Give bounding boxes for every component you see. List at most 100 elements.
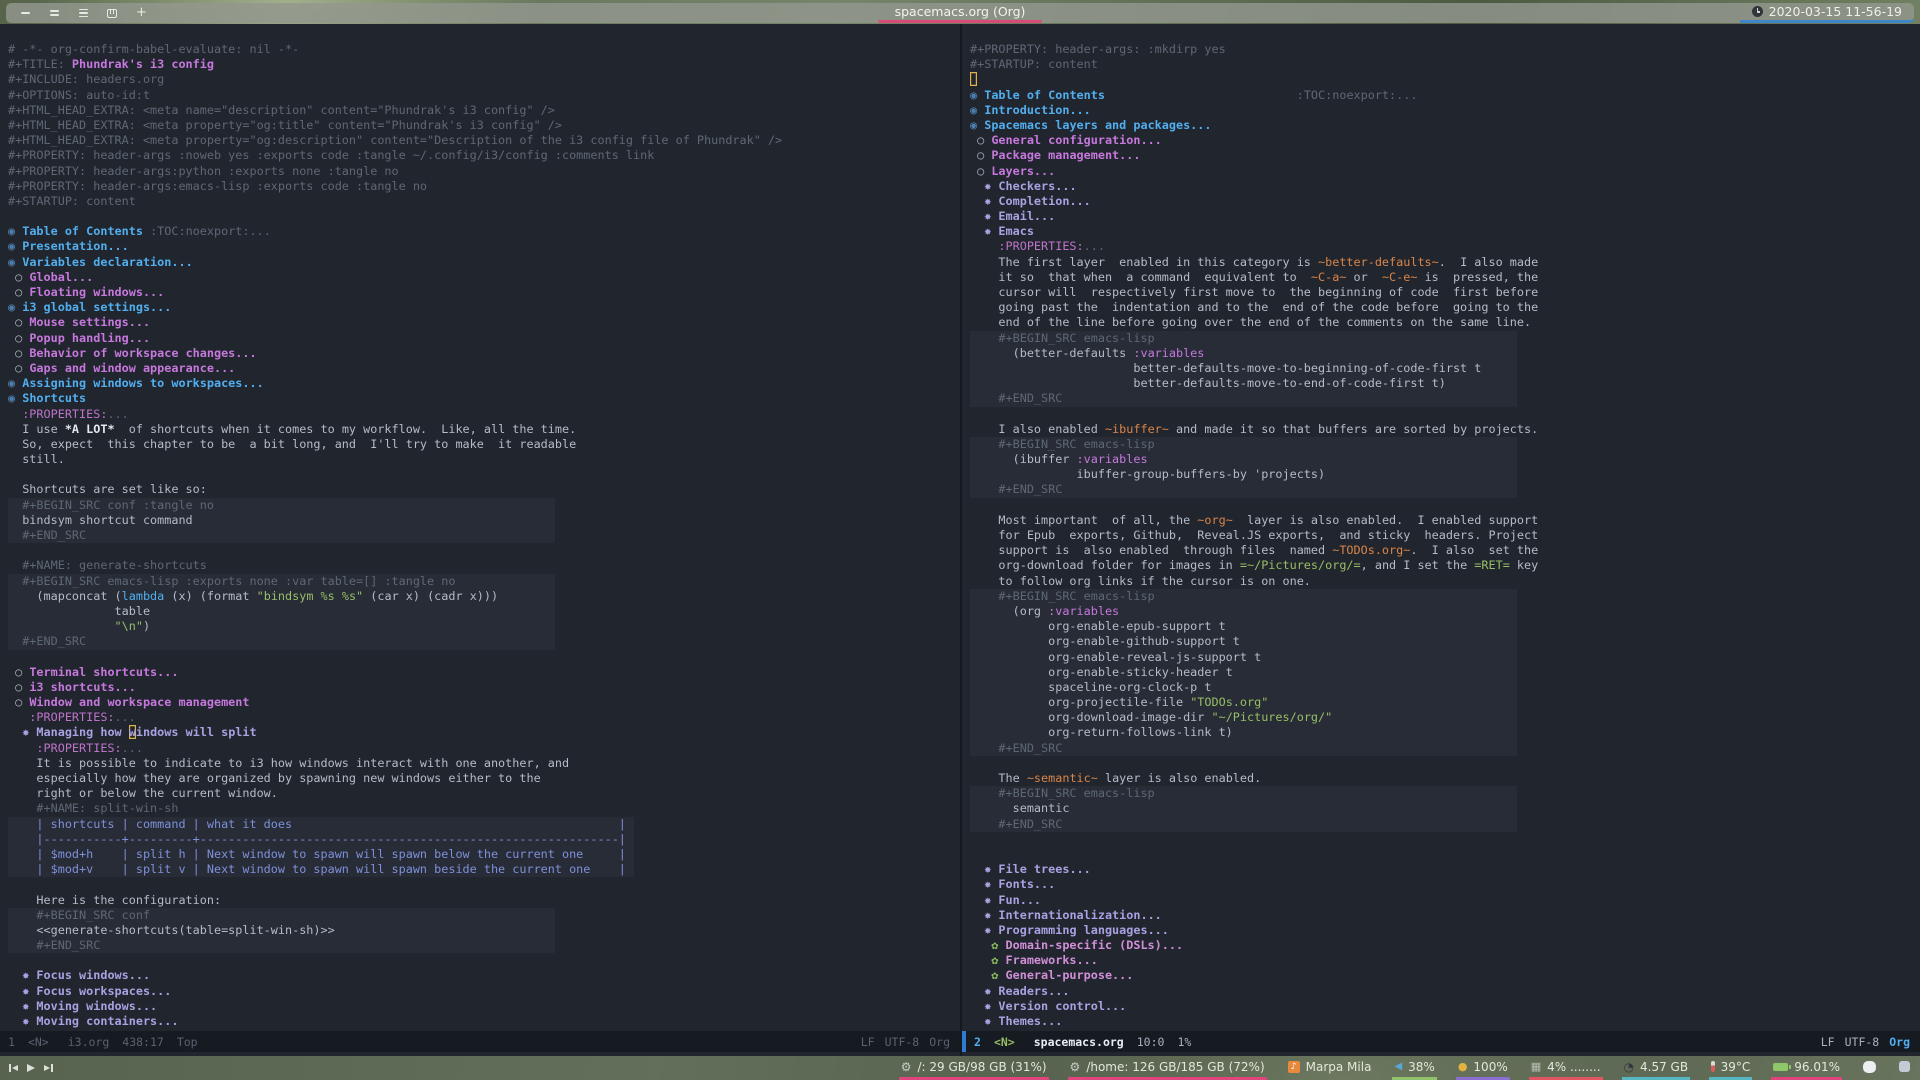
buffer-line: ✿ Domain-specific (DSLs)... [970,938,1184,953]
buffer-line: #+END_SRC [8,938,555,954]
module-label: 38% [1408,1059,1435,1074]
buffer-line: going past the indentation and to the en… [970,300,1539,315]
buffer-line: (mapconcat (lambda (x) (format "bindsym … [8,588,555,604]
workspace-4-icon [107,8,117,18]
buffer-line: spaceline-org-clock-p t [970,679,1517,696]
module-label: /home: 126 GB/185 GB (72%) [1086,1059,1265,1074]
buffer-line: ✸ Focus workspaces... [8,983,172,998]
buffer-line: "\n") [8,619,555,635]
buffer-line: ✸ Emacs [970,224,1034,239]
buffer-line: #+OPTIONS: auto-id:t [8,87,151,102]
buffer-line: (better-defaults :variables [970,345,1517,361]
buffer-line: #+PROPERTY: header-args: :mkdirp yes [970,42,1226,56]
battery-icon [1773,1062,1791,1071]
buffer-line: better-defaults-move-to-end-of-code-firs… [970,376,1517,392]
buffer-line: The first layer enabled in this category… [970,254,1539,269]
buffer-line: especially how they are organized by spa… [8,771,541,785]
taskbar-module-disk[interactable]: ⚙ /home: 126 GB/185 GB (72%) [1067,1056,1267,1080]
module-label: 4% ........ [1547,1059,1601,1074]
buffer-line: ○ i3 shortcuts... [8,679,136,694]
taskbar-module-battery[interactable]: 96.01% [1771,1056,1842,1080]
taskbar-module-cpu[interactable]: ▦ 4% ........ [1528,1056,1603,1080]
module-label: Marpa Mila [1305,1059,1372,1074]
buffer-line: to follow org links if the cursor is on … [970,573,1311,588]
buffer-line: support is also enabled through files na… [970,543,1539,558]
buffer-line: org-download-image-dir "~/Pictures/org/" [970,710,1517,726]
buffer-line: #+END_SRC [970,740,1517,756]
buffer-line: | $mod+v | split v | Next window to spaw… [8,862,634,878]
buffer-line: org-projectile-file "TODOs.org" [970,695,1517,711]
buffer-line: ✸ Moving windows... [8,998,158,1013]
buffer-line: #+STARTUP: content [970,57,1098,72]
taskbar-module-temperature[interactable]: 39°C [1709,1056,1753,1080]
window-number: 2 [974,1034,981,1049]
buffer-line: #+NAME: split-win-sh [8,801,179,816]
taskbar-module-disk[interactable]: ⚙ /: 29 GB/98 GB (31%) [898,1056,1049,1080]
buffer-line: for Epub exports, Github, Reveal.JS expo… [970,528,1539,542]
module-label: 96.01% [1794,1059,1840,1074]
play-button[interactable] [27,1064,35,1072]
taskbar-module-tray[interactable] [1897,1056,1912,1080]
buffer-i3-org[interactable]: # -*- org-confirm-babel-evaluate: nil -*… [0,24,960,1031]
buffer-name: spacemacs.org [1033,1034,1124,1049]
evil-state-indicator: <N> [27,1034,49,1049]
taskbar-module-music[interactable]: ♪ Marpa Mila [1286,1056,1374,1080]
buffer-line: ○ Behavior of workspace changes... [8,345,257,360]
buffer-line: | $mod+h | split h | Next window to spaw… [8,846,634,863]
taskbar-module-volume[interactable]: ◀ 38% [1392,1056,1437,1080]
buffer-line: #+END_SRC [8,634,555,650]
window-spacemacs-org: #+PROPERTY: header-args: :mkdirp yes #+ST… [962,24,1920,1056]
module-label: 100% [1473,1059,1508,1074]
buffer-line: #+INCLUDE: headers.org [8,72,165,87]
discord-icon [1863,1060,1876,1073]
buffer-line [970,498,1920,513]
scroll-position: Top [176,1034,198,1049]
buffer-line: it so that when a command equivalent to … [970,269,1539,284]
buffer-line: ✸ Completion... [970,193,1091,208]
workspace-button-3[interactable] [76,6,90,20]
taskbar-module-brightness[interactable]: ● 100% [1455,1056,1510,1080]
workspace-2-icon [49,10,59,16]
buffer-line: bindsym shortcut command [8,512,555,528]
buffer-line: org-enable-reveal-js-support t [970,649,1517,665]
buffer-line: ○ Package management... [970,148,1141,163]
buffer-line: cursor will respectively first move to t… [970,285,1539,299]
new-workspace-button[interactable]: + [136,6,147,20]
workspace-button-2[interactable] [47,6,61,20]
window-i3-org: # -*- org-confirm-babel-evaluate: nil -*… [0,24,960,1056]
buffer-line: #+PROPERTY: header-args :noweb yes :expo… [8,148,655,163]
brightness-icon: ● [1457,1060,1468,1073]
module-label: 4.57 GB [1640,1059,1689,1074]
buffer-line: table [8,603,555,620]
buffer-line: ○ Floating windows... [8,285,165,299]
disk-icon: ⚙ [1069,1059,1081,1074]
buffer-line: still. [8,452,65,467]
buffer-line: #+BEGIN_SRC conf [8,907,555,923]
play-icon [27,1064,35,1072]
buffer-spacemacs-org[interactable]: #+PROPERTY: header-args: :mkdirp yes #+ST… [962,24,1920,1031]
buffer-line: semantic [970,801,1517,817]
previous-track-button[interactable] [9,1064,18,1072]
module-label: /: 29 GB/98 GB (31%) [917,1059,1047,1074]
modeline-left: 1 <N> i3.org 438:17 Top LF UTF-8 Org [0,1031,960,1052]
buffer-line: #+END_SRC [970,391,1517,407]
next-track-button[interactable] [44,1064,53,1072]
buffer-line: org-download folder for images in =~/Pic… [970,558,1539,573]
buffer-line: ◉ Introduction... [970,102,1091,117]
buffer-line: org-enable-epub-support t [970,619,1517,635]
cursor-position: 438:17 [122,1034,164,1049]
taskbar-module-memory[interactable]: ◔ 4.57 GB [1621,1056,1691,1080]
buffer-line: #+BEGIN_SRC conf :tangle no [8,497,555,513]
workspace-3-icon [78,8,88,18]
buffer-line: #+BEGIN_SRC emacs-lisp [970,588,1517,604]
buffer-line [8,467,960,482]
taskbar-module-discord[interactable] [1861,1056,1878,1080]
workspace-button-4[interactable] [105,6,119,20]
scroll-position: 1% [1177,1034,1192,1049]
buffer-line: ○ General configuration... [970,133,1162,148]
major-mode: Org [1889,1034,1910,1049]
buffer-line: #+STARTUP: content [8,193,136,208]
workspace-button-1[interactable] [18,6,32,20]
buffer-line: ○ Mouse settings... [8,315,151,330]
emacs-frame: # -*- org-confirm-babel-evaluate: nil -*… [0,24,1920,1056]
